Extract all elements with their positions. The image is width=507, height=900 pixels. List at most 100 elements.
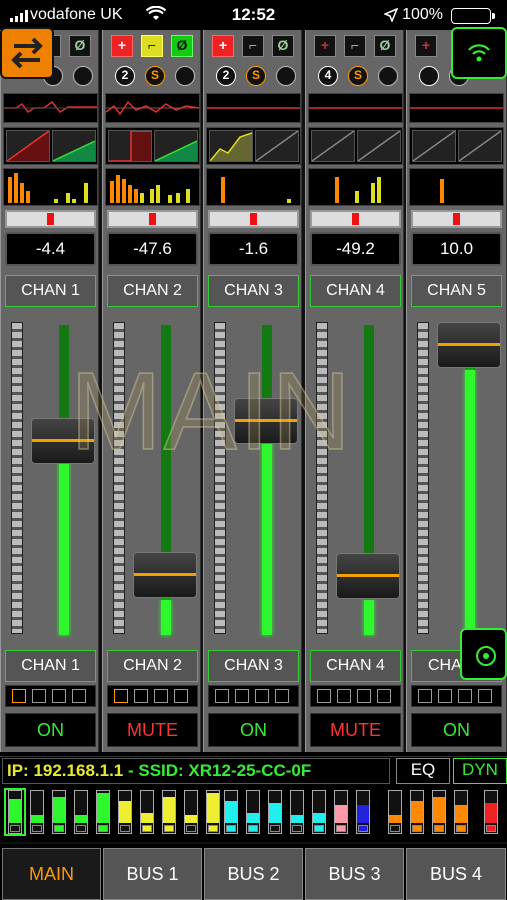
highpass-toggle[interactable]: ⌐ — [242, 35, 264, 57]
phase-toggle[interactable]: Ø — [374, 35, 396, 57]
channel-name-bottom[interactable]: CHAN 4 — [310, 650, 401, 682]
overview-channel[interactable] — [484, 790, 498, 834]
mute-groups[interactable] — [5, 685, 96, 707]
pan-slider[interactable] — [208, 210, 299, 228]
phantom-toggle[interactable]: + — [415, 35, 437, 57]
phantom-toggle[interactable]: + — [314, 35, 336, 57]
highpass-toggle[interactable]: ⌐ — [344, 35, 366, 57]
solo-button[interactable]: S — [348, 66, 368, 86]
select-button[interactable] — [276, 66, 296, 86]
overview-channel[interactable] — [388, 790, 402, 834]
fader-handle[interactable] — [234, 398, 298, 444]
pan-slider[interactable] — [310, 210, 401, 228]
on-button[interactable]: ON — [208, 713, 299, 747]
overview-channel[interactable] — [30, 790, 44, 834]
spectrum-meter — [3, 168, 98, 206]
dynamics-display[interactable] — [308, 127, 403, 165]
select-button[interactable] — [378, 66, 398, 86]
phase-toggle[interactable]: Ø — [272, 35, 294, 57]
channel-name-top[interactable]: CHAN 1 — [5, 275, 96, 307]
eq-curve-display[interactable] — [206, 93, 301, 123]
eq-curve-display[interactable] — [308, 93, 403, 123]
dynamics-display[interactable] — [409, 127, 504, 165]
mute-button[interactable]: MUTE — [310, 713, 401, 747]
eq-curve-display[interactable] — [409, 93, 504, 123]
tab-main[interactable]: MAIN — [2, 848, 101, 900]
mute-groups[interactable] — [107, 685, 198, 707]
bus-number[interactable] — [419, 66, 439, 86]
dynamics-display[interactable] — [105, 127, 200, 165]
overview-channel[interactable] — [118, 790, 132, 834]
overview-channel[interactable] — [162, 790, 176, 834]
phantom-toggle[interactable]: + — [111, 35, 133, 57]
eq-curve-display[interactable] — [105, 93, 200, 123]
phase-toggle[interactable]: Ø — [171, 35, 193, 57]
on-button[interactable]: ON — [5, 713, 96, 747]
tab-bus-3[interactable]: BUS 3 — [305, 848, 404, 900]
target-icon — [476, 646, 496, 666]
level-meter — [214, 322, 226, 634]
swap-layer-button[interactable] — [0, 27, 54, 79]
overview-channel[interactable] — [432, 790, 446, 834]
overview-channel[interactable] — [312, 790, 326, 834]
bus-number[interactable]: 2 — [216, 66, 236, 86]
bus-number[interactable]: 2 — [115, 66, 135, 86]
overview-channel[interactable] — [224, 790, 238, 834]
overview-channel[interactable] — [246, 790, 260, 834]
dynamics-display[interactable] — [3, 127, 98, 165]
solo-button[interactable]: S — [145, 66, 165, 86]
overview-channel[interactable] — [8, 790, 22, 834]
fader-handle[interactable] — [336, 553, 400, 599]
highpass-toggle[interactable]: ⌐ — [141, 35, 163, 57]
tab-bus-4[interactable]: BUS 4 — [406, 848, 506, 900]
phantom-toggle[interactable]: + — [212, 35, 234, 57]
overview-channel[interactable] — [206, 790, 220, 834]
mute-button[interactable]: MUTE — [107, 713, 198, 747]
channel-name-top[interactable]: CHAN 3 — [208, 275, 299, 307]
solo-button[interactable]: S — [246, 66, 266, 86]
fader-value: 10.0 — [411, 232, 502, 266]
tab-bus-1[interactable]: BUS 1 — [103, 848, 202, 900]
pan-slider[interactable] — [107, 210, 198, 228]
channel-name-bottom[interactable]: CHAN 1 — [5, 650, 96, 682]
fader-handle[interactable] — [437, 322, 501, 368]
channel-name-bottom[interactable]: CHAN 2 — [107, 650, 198, 682]
channel-name-top[interactable]: CHAN 5 — [411, 275, 502, 307]
select-button[interactable] — [73, 66, 93, 86]
pan-slider[interactable] — [411, 210, 502, 228]
channel-name-top[interactable]: CHAN 4 — [310, 275, 401, 307]
fader-handle[interactable] — [31, 418, 95, 464]
eq-button[interactable]: EQ — [396, 758, 450, 784]
select-button[interactable] — [175, 66, 195, 86]
dynamics-display[interactable] — [206, 127, 301, 165]
fader-handle[interactable] — [133, 552, 197, 598]
overview-channel[interactable] — [140, 790, 154, 834]
eq-curve-display[interactable] — [3, 93, 98, 123]
ssid: SSID: XR12-25-CC-0F — [138, 761, 312, 780]
mute-groups[interactable] — [411, 685, 502, 707]
connection-button[interactable] — [451, 27, 507, 79]
dyn-button[interactable]: DYN — [453, 758, 507, 784]
tab-bus-2[interactable]: BUS 2 — [204, 848, 303, 900]
channel-name-top[interactable]: CHAN 2 — [107, 275, 198, 307]
meter-view-button[interactable] — [460, 628, 507, 680]
on-button[interactable]: ON — [411, 713, 502, 747]
channel-overview[interactable] — [0, 786, 507, 840]
bus-number[interactable]: 4 — [318, 66, 338, 86]
overview-channel[interactable] — [268, 790, 282, 834]
overview-channel[interactable] — [334, 790, 348, 834]
mute-groups[interactable] — [208, 685, 299, 707]
mixer-area: Ø -4.4 CHAN 1 CHAN 1 ON + ⌐ Ø 2 S -47.6 … — [0, 30, 507, 752]
channel-name-bottom[interactable]: CHAN 3 — [208, 650, 299, 682]
overview-channel[interactable] — [96, 790, 110, 834]
overview-channel[interactable] — [454, 790, 468, 834]
overview-channel[interactable] — [290, 790, 304, 834]
overview-channel[interactable] — [74, 790, 88, 834]
overview-channel[interactable] — [52, 790, 66, 834]
overview-channel[interactable] — [184, 790, 198, 834]
phase-toggle[interactable]: Ø — [69, 35, 91, 57]
overview-channel[interactable] — [410, 790, 424, 834]
mute-groups[interactable] — [310, 685, 401, 707]
overview-channel[interactable] — [356, 790, 370, 834]
pan-slider[interactable] — [5, 210, 96, 228]
